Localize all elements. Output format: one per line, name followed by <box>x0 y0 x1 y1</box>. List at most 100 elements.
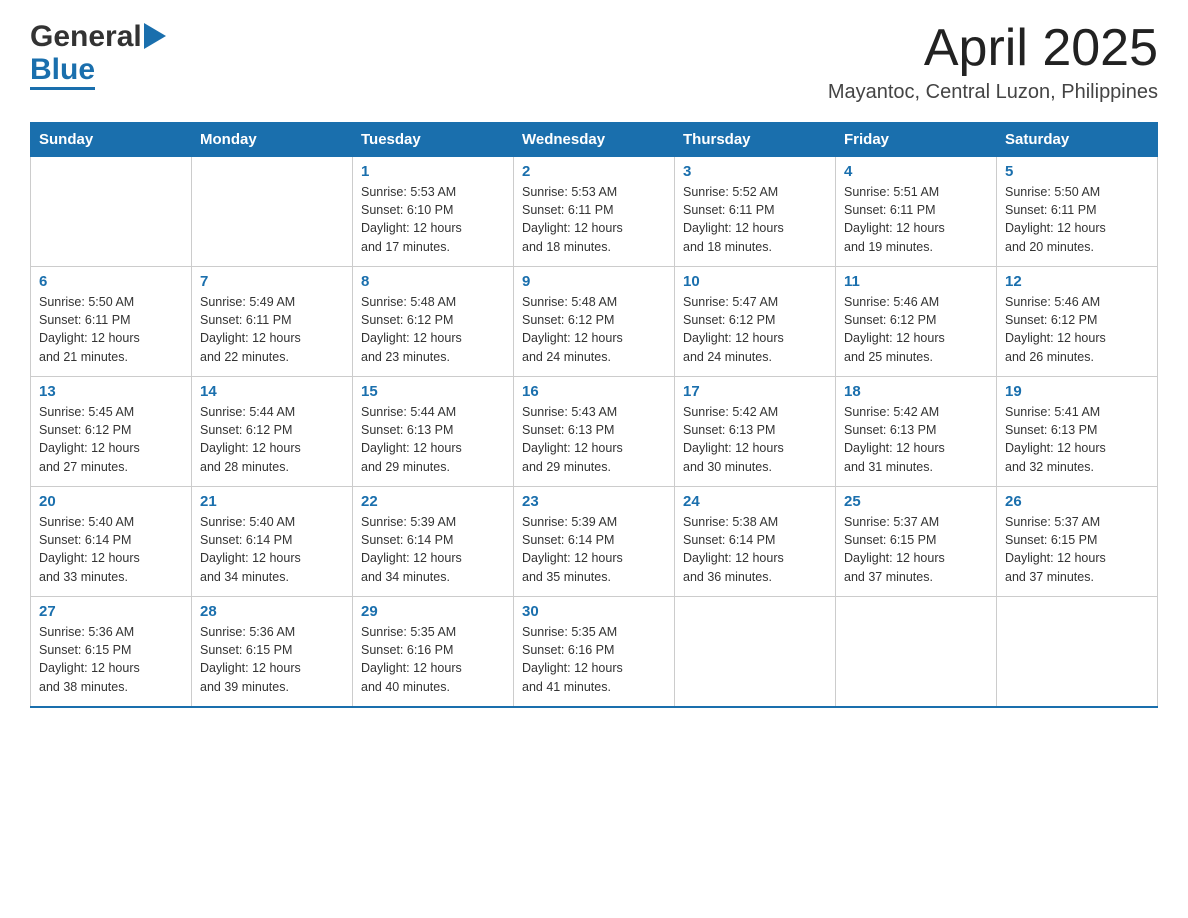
calendar-cell: 12 Sunrise: 5:46 AM Sunset: 6:12 PM Dayli… <box>997 267 1158 377</box>
day-number: 2 <box>522 163 666 180</box>
day-number: 13 <box>39 383 183 400</box>
calendar-table: SundayMondayTuesdayWednesdayThursdayFrid… <box>30 122 1158 708</box>
day-number: 7 <box>200 273 344 290</box>
calendar-cell: 9 Sunrise: 5:48 AM Sunset: 6:12 PM Daylig… <box>514 267 675 377</box>
calendar-cell: 18 Sunrise: 5:42 AM Sunset: 6:13 PM Dayli… <box>836 377 997 487</box>
day-info: Sunrise: 5:48 AM Sunset: 6:12 PM Dayligh… <box>361 293 505 366</box>
calendar-cell: 29 Sunrise: 5:35 AM Sunset: 6:16 PM Dayli… <box>353 597 514 707</box>
day-number: 25 <box>844 493 988 510</box>
day-number: 24 <box>683 493 827 510</box>
day-number: 26 <box>1005 493 1149 510</box>
day-number: 1 <box>361 163 505 180</box>
day-info: Sunrise: 5:37 AM Sunset: 6:15 PM Dayligh… <box>1005 513 1149 586</box>
day-info: Sunrise: 5:43 AM Sunset: 6:13 PM Dayligh… <box>522 403 666 476</box>
day-number: 27 <box>39 603 183 620</box>
location-text: Mayantoc, Central Luzon, Philippines <box>828 81 1158 104</box>
day-info: Sunrise: 5:41 AM Sunset: 6:13 PM Dayligh… <box>1005 403 1149 476</box>
calendar-cell: 26 Sunrise: 5:37 AM Sunset: 6:15 PM Dayli… <box>997 487 1158 597</box>
day-info: Sunrise: 5:35 AM Sunset: 6:16 PM Dayligh… <box>361 623 505 696</box>
day-number: 30 <box>522 603 666 620</box>
calendar-cell <box>836 597 997 707</box>
column-header-sunday: Sunday <box>31 123 192 157</box>
day-info: Sunrise: 5:44 AM Sunset: 6:12 PM Dayligh… <box>200 403 344 476</box>
day-number: 20 <box>39 493 183 510</box>
day-info: Sunrise: 5:38 AM Sunset: 6:14 PM Dayligh… <box>683 513 827 586</box>
day-number: 14 <box>200 383 344 400</box>
day-number: 11 <box>844 273 988 290</box>
calendar-cell: 22 Sunrise: 5:39 AM Sunset: 6:14 PM Dayli… <box>353 487 514 597</box>
page-header: General Blue April 2025 Mayantoc, Centra… <box>30 20 1158 104</box>
day-number: 18 <box>844 383 988 400</box>
calendar-cell: 27 Sunrise: 5:36 AM Sunset: 6:15 PM Dayli… <box>31 597 192 707</box>
logo-triangle-icon <box>144 23 166 49</box>
calendar-cell <box>31 157 192 267</box>
day-number: 8 <box>361 273 505 290</box>
day-number: 5 <box>1005 163 1149 180</box>
day-info: Sunrise: 5:40 AM Sunset: 6:14 PM Dayligh… <box>200 513 344 586</box>
column-header-friday: Friday <box>836 123 997 157</box>
calendar-cell: 15Sunrise: 5:44 AM Sunset: 6:13 PM Dayli… <box>353 377 514 487</box>
day-info: Sunrise: 5:39 AM Sunset: 6:14 PM Dayligh… <box>361 513 505 586</box>
day-info: Sunrise: 5:37 AM Sunset: 6:15 PM Dayligh… <box>844 513 988 586</box>
calendar-week-3: 13Sunrise: 5:45 AM Sunset: 6:12 PM Dayli… <box>31 377 1158 487</box>
day-info: Sunrise: 5:52 AM Sunset: 6:11 PM Dayligh… <box>683 183 827 256</box>
calendar-week-5: 27 Sunrise: 5:36 AM Sunset: 6:15 PM Dayli… <box>31 597 1158 707</box>
calendar-cell <box>675 597 836 707</box>
day-number: 10 <box>683 273 827 290</box>
calendar-cell: 20 Sunrise: 5:40 AM Sunset: 6:14 PM Dayli… <box>31 487 192 597</box>
calendar-cell: 30 Sunrise: 5:35 AM Sunset: 6:16 PM Dayli… <box>514 597 675 707</box>
logo: General Blue <box>30 20 166 90</box>
calendar-cell: 11 Sunrise: 5:46 AM Sunset: 6:12 PM Dayli… <box>836 267 997 377</box>
day-info: Sunrise: 5:51 AM Sunset: 6:11 PM Dayligh… <box>844 183 988 256</box>
calendar-cell: 25 Sunrise: 5:37 AM Sunset: 6:15 PM Dayli… <box>836 487 997 597</box>
calendar-cell <box>192 157 353 267</box>
calendar-cell: 17 Sunrise: 5:42 AM Sunset: 6:13 PM Dayli… <box>675 377 836 487</box>
calendar-week-1: 1 Sunrise: 5:53 AM Sunset: 6:10 PM Daylig… <box>31 157 1158 267</box>
calendar-cell: 13Sunrise: 5:45 AM Sunset: 6:12 PM Dayli… <box>31 377 192 487</box>
day-number: 23 <box>522 493 666 510</box>
day-info: Sunrise: 5:35 AM Sunset: 6:16 PM Dayligh… <box>522 623 666 696</box>
calendar-cell: 16 Sunrise: 5:43 AM Sunset: 6:13 PM Dayli… <box>514 377 675 487</box>
day-number: 29 <box>361 603 505 620</box>
day-number: 22 <box>361 493 505 510</box>
calendar-cell: 14 Sunrise: 5:44 AM Sunset: 6:12 PM Dayli… <box>192 377 353 487</box>
day-info: Sunrise: 5:46 AM Sunset: 6:12 PM Dayligh… <box>1005 293 1149 366</box>
calendar-cell: 19 Sunrise: 5:41 AM Sunset: 6:13 PM Dayli… <box>997 377 1158 487</box>
header-right: April 2025 Mayantoc, Central Luzon, Phil… <box>828 20 1158 104</box>
day-info: Sunrise: 5:53 AM Sunset: 6:10 PM Dayligh… <box>361 183 505 256</box>
calendar-cell: 28 Sunrise: 5:36 AM Sunset: 6:15 PM Dayli… <box>192 597 353 707</box>
calendar-cell: 24 Sunrise: 5:38 AM Sunset: 6:14 PM Dayli… <box>675 487 836 597</box>
day-info: Sunrise: 5:53 AM Sunset: 6:11 PM Dayligh… <box>522 183 666 256</box>
column-header-thursday: Thursday <box>675 123 836 157</box>
month-title: April 2025 <box>828 20 1158 77</box>
day-info: Sunrise: 5:46 AM Sunset: 6:12 PM Dayligh… <box>844 293 988 366</box>
column-header-monday: Monday <box>192 123 353 157</box>
day-number: 19 <box>1005 383 1149 400</box>
day-number: 3 <box>683 163 827 180</box>
day-info: Sunrise: 5:42 AM Sunset: 6:13 PM Dayligh… <box>844 403 988 476</box>
day-info: Sunrise: 5:44 AM Sunset: 6:13 PM Dayligh… <box>361 403 505 476</box>
day-info: Sunrise: 5:36 AM Sunset: 6:15 PM Dayligh… <box>200 623 344 696</box>
day-number: 17 <box>683 383 827 400</box>
day-number: 16 <box>522 383 666 400</box>
column-header-saturday: Saturday <box>997 123 1158 157</box>
calendar-cell: 3 Sunrise: 5:52 AM Sunset: 6:11 PM Daylig… <box>675 157 836 267</box>
day-info: Sunrise: 5:48 AM Sunset: 6:12 PM Dayligh… <box>522 293 666 366</box>
day-info: Sunrise: 5:40 AM Sunset: 6:14 PM Dayligh… <box>39 513 183 586</box>
logo-blue-text: Blue <box>30 53 95 86</box>
day-info: Sunrise: 5:42 AM Sunset: 6:13 PM Dayligh… <box>683 403 827 476</box>
calendar-cell: 7Sunrise: 5:49 AM Sunset: 6:11 PM Daylig… <box>192 267 353 377</box>
day-info: Sunrise: 5:39 AM Sunset: 6:14 PM Dayligh… <box>522 513 666 586</box>
calendar-cell: 8 Sunrise: 5:48 AM Sunset: 6:12 PM Daylig… <box>353 267 514 377</box>
day-info: Sunrise: 5:50 AM Sunset: 6:11 PM Dayligh… <box>1005 183 1149 256</box>
calendar-cell: 10Sunrise: 5:47 AM Sunset: 6:12 PM Dayli… <box>675 267 836 377</box>
day-number: 28 <box>200 603 344 620</box>
calendar-cell <box>997 597 1158 707</box>
day-info: Sunrise: 5:36 AM Sunset: 6:15 PM Dayligh… <box>39 623 183 696</box>
day-number: 12 <box>1005 273 1149 290</box>
day-number: 9 <box>522 273 666 290</box>
calendar-cell: 1 Sunrise: 5:53 AM Sunset: 6:10 PM Daylig… <box>353 157 514 267</box>
calendar-cell: 6Sunrise: 5:50 AM Sunset: 6:11 PM Daylig… <box>31 267 192 377</box>
calendar-cell: 5 Sunrise: 5:50 AM Sunset: 6:11 PM Daylig… <box>997 157 1158 267</box>
calendar-cell: 4Sunrise: 5:51 AM Sunset: 6:11 PM Daylig… <box>836 157 997 267</box>
